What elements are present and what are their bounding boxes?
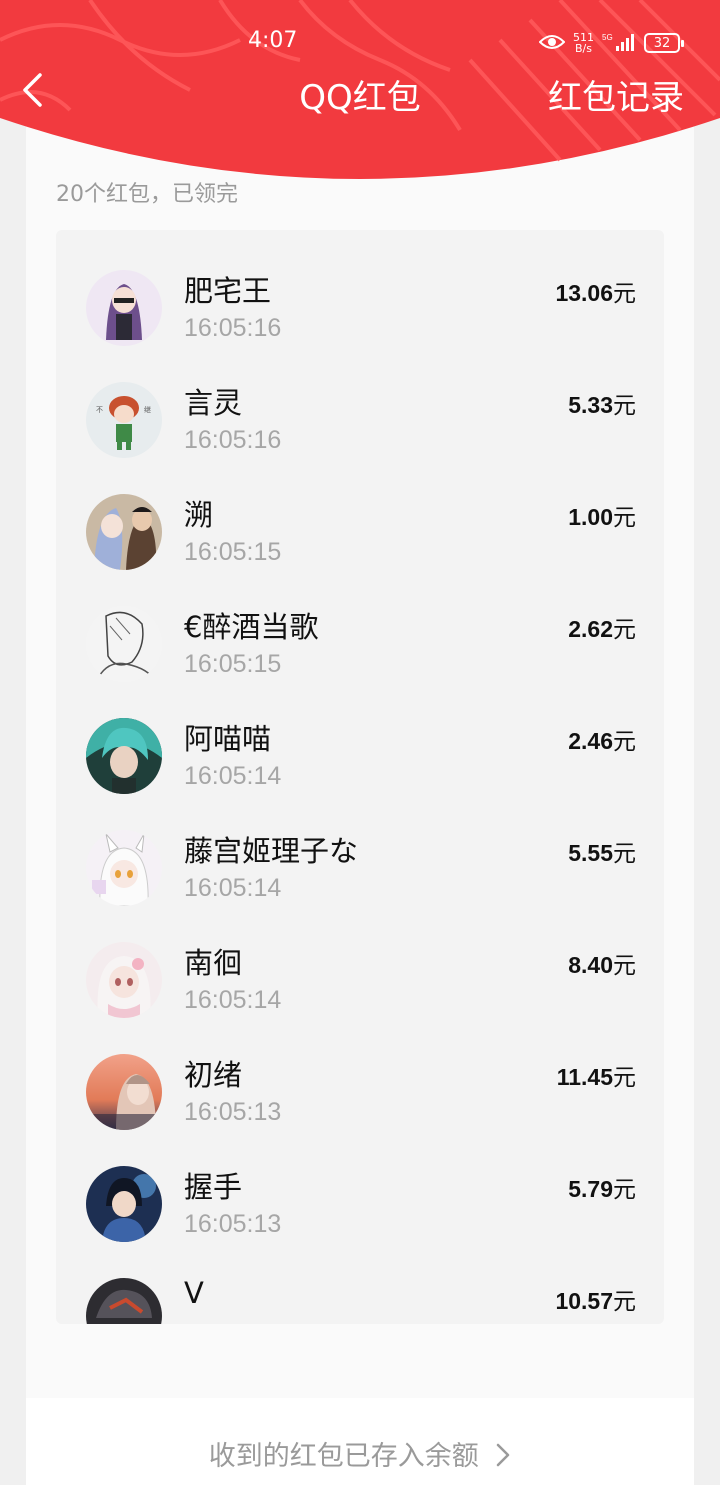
received-time: 16:05:13 bbox=[184, 1098, 282, 1126]
amount-value: 10.57 bbox=[555, 1288, 613, 1314]
net-speed-unit: B/s bbox=[575, 42, 592, 55]
received-amount: 1.00元 bbox=[568, 498, 636, 532]
red-packet-records-link[interactable]: 红包记录 bbox=[548, 70, 684, 119]
amount-value: 5.55 bbox=[568, 840, 613, 866]
amount-value: 13.06 bbox=[555, 280, 613, 306]
footer: 收到的红包已存入余额 bbox=[26, 1398, 694, 1485]
amount-unit: 元 bbox=[613, 281, 636, 307]
balance-link[interactable]: 收到的红包已存入余额 bbox=[26, 1434, 694, 1473]
list-item[interactable]: 握手 16:05:13 5.79元 bbox=[56, 1126, 664, 1242]
recipient-name: 南徊 bbox=[184, 946, 243, 980]
avatar[interactable] bbox=[86, 1278, 162, 1324]
list-item[interactable]: 阿喵喵 16:05:14 2.46元 bbox=[56, 678, 664, 794]
amount-unit: 元 bbox=[613, 1289, 636, 1315]
amount-value: 2.46 bbox=[568, 728, 613, 754]
svg-text:不: 不 bbox=[96, 406, 103, 414]
amount-unit: 元 bbox=[613, 841, 636, 867]
back-button[interactable] bbox=[12, 70, 52, 110]
battery-icon: 32 bbox=[644, 33, 684, 53]
amount-unit: 元 bbox=[613, 953, 636, 979]
svg-text:5G: 5G bbox=[602, 33, 613, 42]
received-amount: 5.55元 bbox=[568, 834, 636, 868]
amount-unit: 元 bbox=[613, 1177, 636, 1203]
amount-unit: 元 bbox=[613, 729, 636, 755]
amount-unit: 元 bbox=[613, 393, 636, 419]
recipient-name: 言灵 bbox=[184, 386, 243, 420]
list-item[interactable]: 溯 16:05:15 1.00元 bbox=[56, 454, 664, 570]
received-amount: 2.62元 bbox=[568, 610, 636, 644]
received-time: 16:05:16 bbox=[184, 314, 282, 342]
status-time: 4:07 bbox=[248, 28, 298, 53]
received-amount: 13.06元 bbox=[555, 274, 636, 308]
received-time: 16:05:15 bbox=[184, 538, 282, 566]
avatar[interactable] bbox=[86, 606, 162, 682]
recipient-list: 肥宅王 16:05:16 13.06元 不 继 言灵 16:05:16 5.33… bbox=[56, 230, 664, 1324]
avatar[interactable] bbox=[86, 942, 162, 1018]
amount-unit: 元 bbox=[613, 1065, 636, 1091]
amount-value: 2.62 bbox=[568, 616, 613, 642]
recipient-name: 初绪 bbox=[184, 1058, 243, 1092]
list-item[interactable]: 不 继 言灵 16:05:16 5.33元 bbox=[56, 342, 664, 458]
recipient-name: 握手 bbox=[184, 1170, 243, 1204]
list-item[interactable]: 藤宫姬理子な 16:05:14 5.55元 bbox=[56, 790, 664, 906]
recipient-name: €醉酒当歌 bbox=[184, 610, 319, 644]
received-amount: 10.57元 bbox=[555, 1282, 636, 1316]
recipient-name: V bbox=[184, 1276, 204, 1310]
avatar[interactable] bbox=[86, 718, 162, 794]
avatar[interactable] bbox=[86, 830, 162, 906]
status-bar: 4:07 511 B/s 5G 32 bbox=[0, 26, 720, 60]
list-item[interactable]: V 10.57元 bbox=[56, 1238, 664, 1324]
received-time: 16:05:15 bbox=[184, 650, 282, 678]
avatar[interactable] bbox=[86, 1166, 162, 1242]
received-amount: 5.79元 bbox=[568, 1170, 636, 1204]
chevron-right-icon bbox=[497, 1443, 510, 1467]
list-item[interactable]: 南徊 16:05:14 8.40元 bbox=[56, 902, 664, 1018]
list-item[interactable]: 肥宅王 16:05:16 13.06元 bbox=[56, 230, 664, 346]
signal-icon: 5G bbox=[602, 32, 636, 55]
header: 4:07 511 B/s 5G 32 QQ红包 红包记录 bbox=[0, 0, 720, 195]
amount-value: 5.79 bbox=[568, 1176, 613, 1202]
list-item[interactable]: 初绪 16:05:13 11.45元 bbox=[56, 1014, 664, 1130]
detail-card: 20个红包，已领完 肥宅王 16:05:16 13.06元 不 继 言灵 16:… bbox=[26, 120, 694, 1485]
list-item[interactable]: €醉酒当歌 16:05:15 2.62元 bbox=[56, 566, 664, 682]
received-amount: 5.33元 bbox=[568, 386, 636, 420]
received-time: 16:05:14 bbox=[184, 874, 282, 902]
nav-bar: QQ红包 红包记录 bbox=[0, 64, 720, 119]
net-speed: 511 B/s bbox=[573, 32, 594, 54]
eye-icon bbox=[538, 33, 566, 54]
recipient-name: 溯 bbox=[184, 498, 214, 532]
avatar[interactable] bbox=[86, 494, 162, 570]
recipient-name: 藤宫姬理子な bbox=[184, 834, 359, 868]
recipient-name: 肥宅王 bbox=[184, 274, 272, 308]
received-time: 16:05:14 bbox=[184, 986, 282, 1014]
status-right: 511 B/s 5G 32 bbox=[538, 28, 684, 58]
chevron-left-icon bbox=[23, 73, 42, 107]
received-amount: 2.46元 bbox=[568, 722, 636, 756]
received-amount: 8.40元 bbox=[568, 946, 636, 980]
balance-link-label: 收到的红包已存入余额 bbox=[208, 1441, 479, 1472]
amount-value: 8.40 bbox=[568, 952, 613, 978]
received-time: 16:05:13 bbox=[184, 1210, 282, 1238]
amount-value: 1.00 bbox=[568, 504, 613, 530]
avatar[interactable] bbox=[86, 1054, 162, 1130]
received-time: 16:05:14 bbox=[184, 762, 282, 790]
amount-unit: 元 bbox=[613, 505, 636, 531]
recipient-name: 阿喵喵 bbox=[184, 722, 272, 756]
received-amount: 11.45元 bbox=[557, 1058, 636, 1092]
amount-unit: 元 bbox=[613, 617, 636, 643]
svg-text:继: 继 bbox=[144, 405, 151, 414]
amount-value: 11.45 bbox=[556, 1064, 613, 1090]
avatar[interactable] bbox=[86, 270, 162, 346]
received-time: 16:05:16 bbox=[184, 426, 282, 454]
avatar[interactable]: 不 继 bbox=[86, 382, 162, 458]
amount-value: 5.33 bbox=[568, 392, 613, 418]
